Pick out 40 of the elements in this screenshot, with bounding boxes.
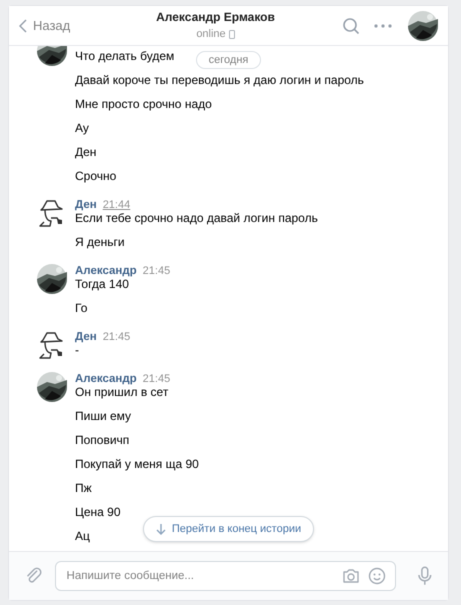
message-time[interactable]: 21:45: [142, 372, 170, 386]
message-text: Цена 90: [75, 505, 121, 519]
message-text: Ау: [75, 121, 89, 135]
author-name[interactable]: Александр: [75, 372, 137, 386]
avatar-photo[interactable]: [408, 10, 438, 40]
avatar-photo[interactable]: [37, 372, 67, 402]
author-name[interactable]: Ден: [75, 198, 97, 212]
message-text: Что делать будем: [75, 49, 174, 63]
message-text: Он пришил в сет: [75, 385, 168, 399]
message-text: Давай короче ты переводишь я даю логин и пароль: [75, 73, 364, 87]
message-text: Срочно: [75, 169, 116, 183]
message-text: Я деньги: [75, 235, 125, 249]
date-label: сегодня: [196, 51, 262, 69]
message-text: -: [75, 343, 79, 357]
author-name[interactable]: Александр: [75, 264, 137, 278]
message-text: Го: [75, 301, 88, 315]
message-text: Покупай у меня ща 90: [75, 457, 199, 471]
jump-to-end-button[interactable]: Перейти в конец истории: [142, 516, 314, 542]
avatar-photo[interactable]: [37, 264, 67, 294]
message-text: Пиши ему: [75, 409, 132, 423]
phone-icon: [228, 30, 235, 39]
message-time[interactable]: 21:44: [102, 198, 130, 212]
message-text: Если тебе срочно надо давай логин пароль: [75, 211, 318, 225]
online-status: online: [196, 27, 226, 42]
message-text: Ден: [75, 145, 96, 159]
back-button[interactable]: Назад: [19, 16, 89, 36]
message-text: Поповичп: [75, 433, 130, 447]
message-text: Ац: [75, 529, 90, 543]
message-time[interactable]: 21:45: [102, 330, 130, 344]
search-icon[interactable]: [342, 16, 360, 34]
more-icon[interactable]: [374, 24, 392, 28]
paperclip-icon[interactable]: [25, 567, 43, 585]
message-time[interactable]: 21:45: [142, 264, 170, 278]
contact-name: Александр Ермаков: [156, 9, 275, 26]
author-name[interactable]: Ден: [75, 330, 97, 344]
message-text: Мне просто срочно надо: [75, 97, 212, 111]
chevron-left-icon: [19, 18, 27, 32]
arrow-down-icon: [156, 524, 166, 534]
message-text: Тогда 140: [75, 277, 129, 291]
message-text: Пж: [75, 481, 92, 495]
